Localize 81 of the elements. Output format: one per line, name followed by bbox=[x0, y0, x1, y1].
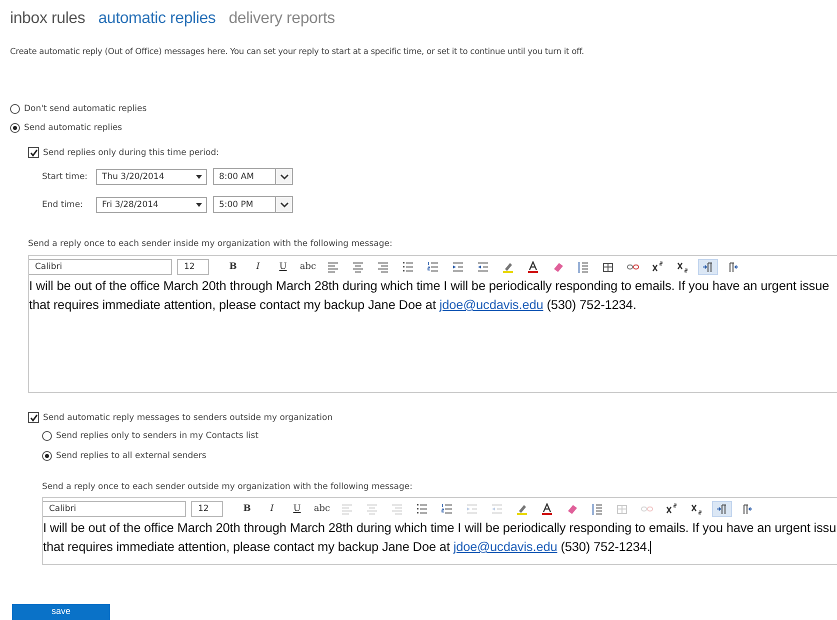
checkbox[interactable] bbox=[28, 412, 39, 423]
font-name-field[interactable]: Calibri bbox=[43, 501, 186, 517]
time-dropdown[interactable]: 5:00 PM bbox=[213, 196, 293, 213]
format-button[interactable]: U bbox=[287, 501, 307, 517]
superscript-icon bbox=[652, 261, 664, 273]
message-text: that requires immediate attention, please contact my backup Jane Doe at jdoe@ucdavis.edu (530) 752-1234. bbox=[29, 296, 638, 314]
radio-label: Send automatic replies bbox=[24, 123, 122, 133]
toolbar-button[interactable] bbox=[712, 501, 732, 517]
radio-button[interactable] bbox=[42, 431, 52, 441]
paragraph-rtl-icon bbox=[727, 261, 739, 273]
indent-icon bbox=[466, 503, 478, 515]
highlighter-icon bbox=[502, 261, 514, 273]
radio-button[interactable] bbox=[42, 451, 52, 461]
outdent-icon bbox=[477, 261, 489, 273]
numbered-list-icon bbox=[441, 503, 453, 515]
tab[interactable]: inbox rules bbox=[10, 10, 86, 32]
paragraph-ltr-icon bbox=[716, 503, 728, 515]
subscript-icon bbox=[677, 261, 689, 273]
outdent-icon bbox=[491, 503, 503, 515]
date-picker[interactable]: Fri 3/28/2014 bbox=[96, 196, 207, 212]
font-color-icon bbox=[527, 261, 539, 273]
radio-label: Don't send automatic replies bbox=[24, 104, 147, 114]
format-button[interactable]: abc bbox=[312, 501, 332, 517]
toolbar-button[interactable] bbox=[698, 259, 718, 275]
align-right-icon bbox=[377, 261, 389, 273]
eraser-icon bbox=[552, 261, 564, 273]
table-icon bbox=[602, 261, 614, 273]
font-size-field[interactable]: 12 bbox=[177, 259, 209, 275]
radio-label: Send replies to all external senders bbox=[56, 451, 206, 461]
format-button[interactable]: U bbox=[273, 259, 293, 275]
date-picker[interactable]: Thu 3/20/2014 bbox=[96, 168, 207, 184]
align-center-icon bbox=[352, 261, 364, 273]
font-color-icon bbox=[541, 503, 553, 515]
time-dropdown[interactable]: 8:00 AM bbox=[213, 168, 293, 185]
align-center-icon bbox=[366, 503, 378, 515]
format-button[interactable]: I bbox=[248, 259, 268, 275]
align-left-icon bbox=[327, 261, 339, 273]
format-button[interactable]: abc bbox=[298, 259, 318, 275]
paragraph-ltr-icon bbox=[702, 261, 714, 273]
checkbox[interactable] bbox=[28, 147, 39, 158]
align-right-icon bbox=[391, 503, 403, 515]
caret-icon bbox=[196, 174, 202, 178]
editor-label: Send a reply once to each sender outside my organization with the following message: bbox=[42, 482, 413, 492]
bullet-list-icon bbox=[416, 503, 428, 515]
numbered-list-icon bbox=[427, 261, 439, 273]
email-link[interactable]: jdoe@ucdavis.edu bbox=[453, 539, 558, 554]
align-left-icon bbox=[341, 503, 353, 515]
bullet-list-icon bbox=[402, 261, 414, 273]
message-text: that requires immediate attention, please contact my backup Jane Doe at jdoe@ucdavis.edu (530) 752-1234. bbox=[43, 538, 652, 556]
radio-button[interactable] bbox=[10, 104, 20, 114]
field-label: Start time: bbox=[42, 172, 89, 182]
table-icon bbox=[616, 503, 628, 515]
save-button[interactable]: save bbox=[12, 604, 110, 620]
format-button[interactable]: B bbox=[237, 501, 257, 517]
line-spacing-icon bbox=[591, 503, 603, 515]
chevron-icon bbox=[280, 202, 288, 208]
format-button[interactable]: B bbox=[223, 259, 243, 275]
paragraph-rtl-icon bbox=[741, 503, 753, 515]
subscript-icon bbox=[691, 503, 703, 515]
eraser-icon bbox=[566, 503, 578, 515]
font-name-field[interactable]: Calibri bbox=[29, 259, 172, 275]
description-text: Create automatic reply (Out of Office) messages here. You can set your reply to start at a specific time, or set it to continue until you turn it off. bbox=[9, 45, 585, 56]
highlighter-icon bbox=[516, 503, 528, 515]
checkbox-label: Send automatic reply messages to senders outside my organization bbox=[43, 412, 333, 422]
radio-label: Send replies only to senders in my Contacts list bbox=[56, 431, 258, 441]
line-spacing-icon bbox=[577, 261, 589, 273]
field-label: End time: bbox=[42, 200, 84, 210]
checkbox-label: Send replies only during this time period: bbox=[43, 148, 219, 158]
chevron-icon bbox=[280, 174, 288, 180]
tab[interactable]: automatic replies bbox=[98, 10, 216, 32]
superscript-icon bbox=[666, 503, 678, 515]
radio-button[interactable] bbox=[10, 123, 20, 133]
indent-icon bbox=[452, 261, 464, 273]
message-text: I will be out of the office March 20th through March 28th during which time I will be periodically responding to emails. If you have an urgent issue bbox=[29, 277, 830, 295]
editor-label: Send a reply once to each sender inside my organization with the following message: bbox=[28, 239, 392, 249]
caret-icon bbox=[196, 202, 202, 206]
tab[interactable]: delivery reports bbox=[228, 10, 335, 32]
font-size-field[interactable]: 12 bbox=[191, 501, 223, 517]
format-button[interactable]: I bbox=[262, 501, 282, 517]
message-text: I will be out of the office March 20th through March 28th during which time I will be periodically responding to emails. If you have an urgent issu bbox=[43, 519, 837, 537]
email-link[interactable]: jdoe@ucdavis.edu bbox=[439, 297, 544, 312]
